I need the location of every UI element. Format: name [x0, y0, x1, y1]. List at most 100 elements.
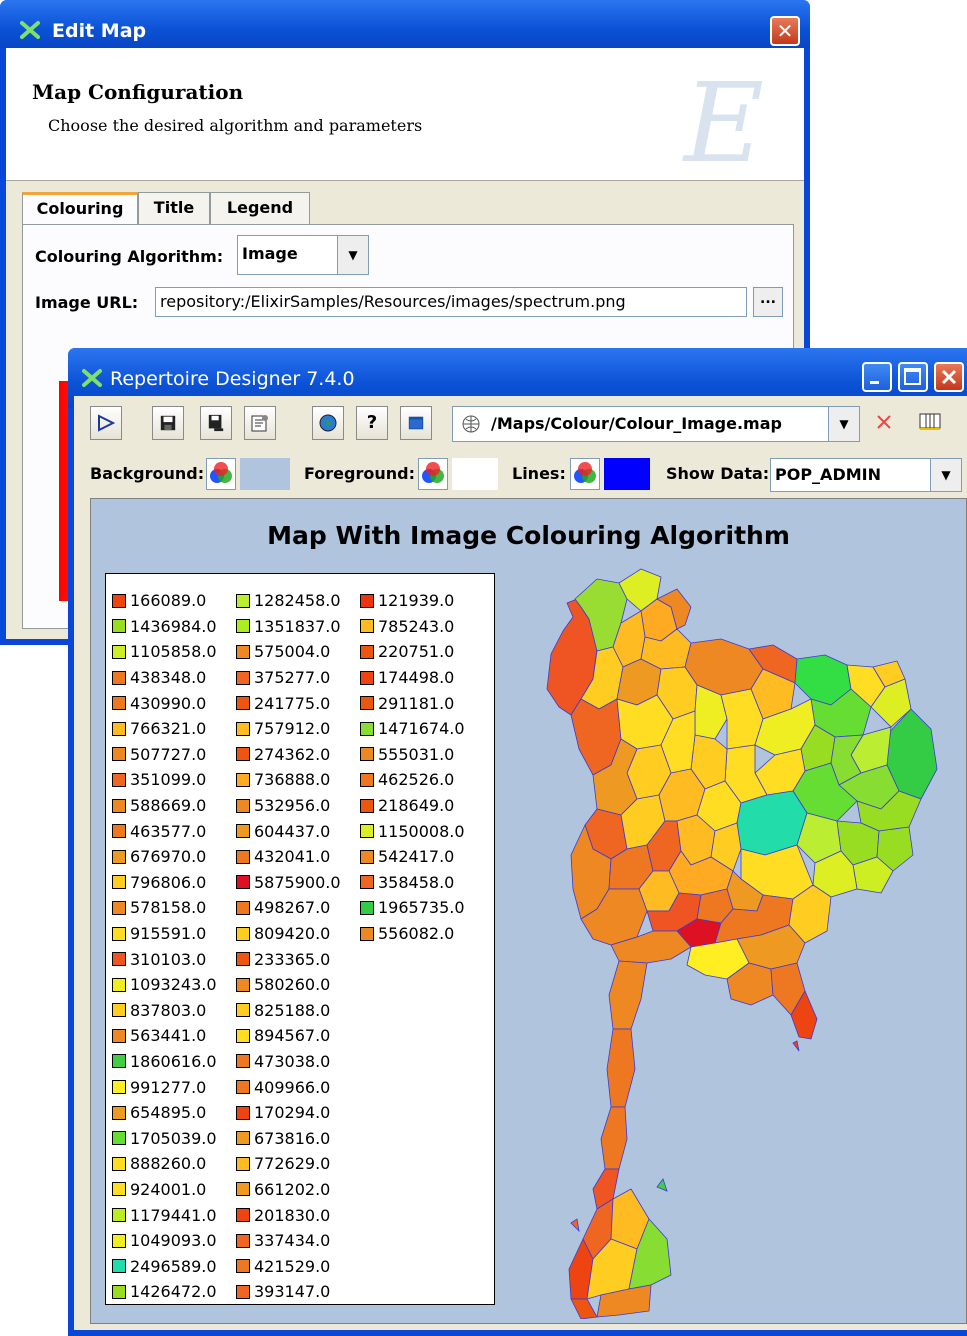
- background-color-button[interactable]: [206, 458, 236, 490]
- legend-item: 837803.0: [112, 998, 217, 1024]
- legend-swatch: [360, 593, 374, 608]
- lines-color-button[interactable]: [570, 458, 600, 490]
- map-region: [792, 1040, 800, 1052]
- globe-button[interactable]: [312, 406, 344, 440]
- close-button[interactable]: ✕: [770, 16, 800, 46]
- legend-swatch: [236, 670, 250, 685]
- legend-value: 473038.0: [254, 1051, 331, 1071]
- minimize-button[interactable]: [862, 362, 892, 392]
- legend-value: 1705039.0: [130, 1128, 217, 1148]
- legend-swatch: [360, 798, 374, 813]
- legend-item: 785243.0: [360, 614, 465, 640]
- legend-item: 201830.0: [236, 1202, 341, 1228]
- legend-item: 393147.0: [236, 1279, 341, 1305]
- legend-swatch: [360, 747, 374, 762]
- window-button[interactable]: [400, 406, 432, 440]
- tab-title[interactable]: Title: [138, 192, 210, 224]
- chevron-down-icon[interactable]: ▼: [828, 407, 859, 441]
- legend-value: 809420.0: [254, 924, 331, 944]
- legend-value: 991277.0: [130, 1077, 207, 1097]
- legend-item: 555031.0: [360, 742, 465, 768]
- chevron-down-icon[interactable]: ▼: [930, 459, 961, 491]
- map-path-select[interactable]: /Maps/Colour/Colour_Image.map ▼: [452, 406, 860, 442]
- browse-button[interactable]: ...: [753, 287, 783, 317]
- legend-value: 766321.0: [130, 719, 207, 739]
- legend-swatch: [236, 1208, 250, 1223]
- save-button[interactable]: [152, 406, 184, 440]
- legend-item: 430990.0: [112, 690, 217, 716]
- legend-swatch: [236, 798, 250, 813]
- legend-value: 604437.0: [254, 821, 331, 841]
- help-button[interactable]: ?: [356, 406, 388, 440]
- legend-value: 888260.0: [130, 1154, 207, 1174]
- legend-value: 2496589.0: [130, 1256, 217, 1276]
- legend-value: 241775.0: [254, 693, 331, 713]
- legend-value: 233365.0: [254, 949, 331, 969]
- image-url-label: Image URL:: [35, 293, 139, 312]
- legend-value: 170294.0: [254, 1103, 331, 1123]
- legend-swatch: [112, 1080, 126, 1095]
- image-url-input[interactable]: repository:/ElixirSamples/Resources/imag…: [155, 287, 747, 317]
- algorithm-select[interactable]: Image ▼: [237, 235, 369, 275]
- legend-item: 170294.0: [236, 1100, 341, 1126]
- legend-item: 337434.0: [236, 1228, 341, 1254]
- color-wheel-icon: [210, 462, 232, 483]
- legend-swatch: [236, 696, 250, 711]
- legend-swatch: [360, 900, 374, 915]
- legend-value: 563441.0: [130, 1026, 207, 1046]
- legend-column: 166089.0 1436984.0 1105858.0 438348.0 430990…: [112, 588, 217, 1305]
- toolbar: ? /Maps/Colour/Colour_Image.map ▼: [90, 406, 967, 450]
- properties-button[interactable]: [244, 406, 276, 440]
- map-region: [608, 960, 648, 1030]
- legend-swatch: [360, 721, 374, 736]
- legend-value: 5875900.0: [254, 872, 341, 892]
- legend-swatch: [112, 1054, 126, 1069]
- legend-value: 772629.0: [254, 1154, 331, 1174]
- minimize-icon: [870, 381, 879, 384]
- legend-swatch: [236, 1156, 250, 1171]
- tab-colouring[interactable]: Colouring: [22, 192, 138, 225]
- legend-item: 1705039.0: [112, 1125, 217, 1151]
- close-button[interactable]: [934, 362, 964, 392]
- properties-icon: [251, 415, 268, 432]
- run-button[interactable]: [90, 406, 122, 440]
- map-canvas[interactable]: Map With Image Colouring Algorithm 16608…: [90, 498, 967, 1324]
- save-as-button[interactable]: [200, 406, 232, 440]
- show-data-select[interactable]: POP_ADMIN ▼: [770, 458, 962, 492]
- legend-value: 393147.0: [254, 1282, 331, 1302]
- legend-swatch: [112, 849, 126, 864]
- legend-swatch: [112, 696, 126, 711]
- clear-button[interactable]: [868, 406, 900, 440]
- legend-swatch: [112, 1003, 126, 1018]
- legend-item: 1150008.0: [360, 818, 465, 844]
- foreground-color-button[interactable]: [418, 458, 448, 490]
- maximize-button[interactable]: [898, 362, 928, 392]
- legend-item: 5875900.0: [236, 870, 341, 896]
- config-banner: Map Configuration Choose the desired alg…: [6, 48, 804, 181]
- legend-value: 358458.0: [378, 872, 455, 892]
- legend-swatch: [236, 824, 250, 839]
- map-region: [570, 1298, 598, 1319]
- background-color-preview: [240, 458, 290, 490]
- legend-value: 432041.0: [254, 847, 331, 867]
- thailand-map[interactable]: [501, 559, 941, 1319]
- legend-item: 241775.0: [236, 690, 341, 716]
- legend-swatch: [236, 644, 250, 659]
- legend-item: 358458.0: [360, 870, 465, 896]
- legend-value: 1436984.0: [130, 616, 217, 636]
- save-icon: [160, 415, 176, 431]
- legend-swatch: [112, 772, 126, 787]
- legend-value: 837803.0: [130, 1000, 207, 1020]
- edit-map-titlebar[interactable]: Edit Map ✕: [0, 0, 810, 48]
- legend-item: 233365.0: [236, 946, 341, 972]
- elixir-logo-icon: E: [683, 59, 764, 187]
- designer-body: ? /Maps/Colour/Colour_Image.map ▼ Backgr…: [74, 396, 967, 1330]
- show-data-label: Show Data:: [666, 464, 770, 483]
- legend-item: 498267.0: [236, 895, 341, 921]
- legend-item: 310103.0: [112, 946, 217, 972]
- chevron-down-icon[interactable]: ▼: [337, 236, 368, 274]
- columns-button[interactable]: [914, 406, 946, 440]
- legend-swatch: [236, 1284, 250, 1299]
- legend-swatch: [112, 1284, 126, 1299]
- tab-legend[interactable]: Legend: [210, 192, 310, 224]
